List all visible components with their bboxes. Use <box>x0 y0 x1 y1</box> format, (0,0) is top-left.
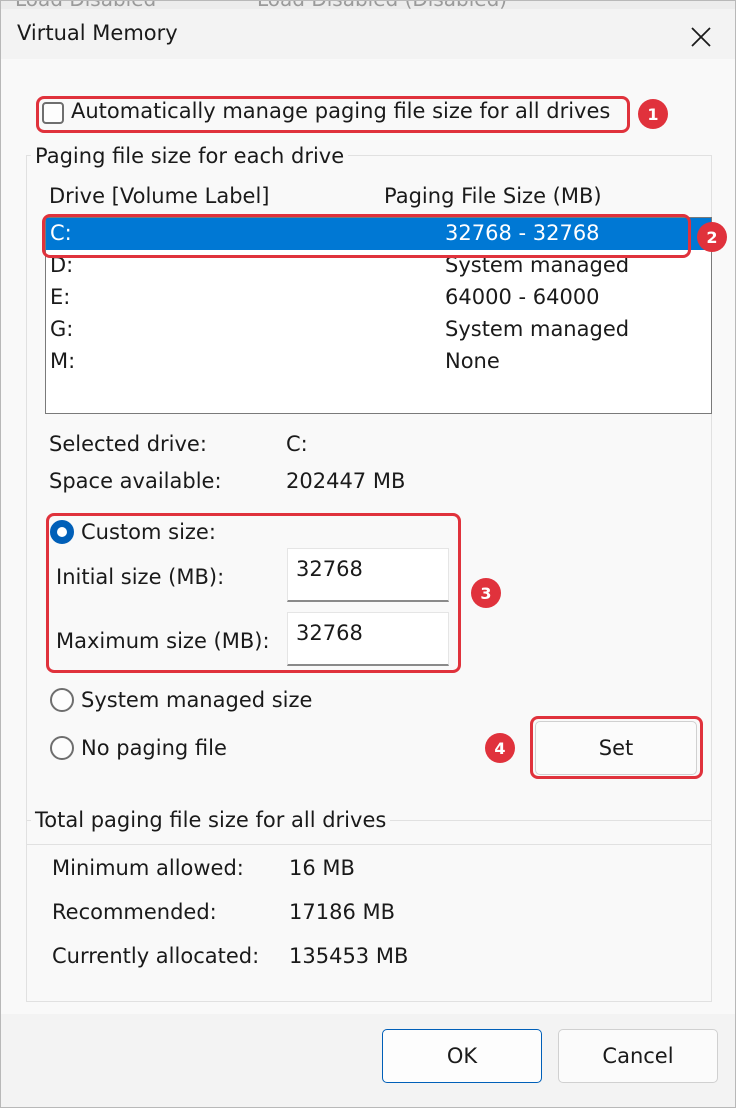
recommended-value: 17186 MB <box>289 900 396 924</box>
annotation-box-2 <box>42 214 691 258</box>
no-paging-radio[interactable] <box>50 736 74 760</box>
drive-letter: M: <box>50 349 76 373</box>
per-drive-group-label: Paging file size for each drive <box>31 144 349 168</box>
drive-row-e[interactable]: E: 64000 - 64000 <box>46 282 711 314</box>
annotation-box-4 <box>530 716 703 779</box>
drive-paging-size: System managed <box>445 317 630 341</box>
column-header-drive: Drive [Volume Label] <box>49 184 270 208</box>
window-title: Virtual Memory <box>17 21 178 45</box>
space-available-value: 202447 MB <box>286 469 406 493</box>
ok-button[interactable]: OK <box>382 1029 542 1083</box>
drive-row-g[interactable]: G: System managed <box>46 314 711 346</box>
minimum-allowed-label: Minimum allowed: <box>52 856 244 880</box>
close-icon <box>691 27 711 47</box>
currently-allocated-label: Currently allocated: <box>52 944 260 968</box>
annotation-badge-3: 3 <box>471 578 501 608</box>
totals-group-label: Total paging file size for all drives <box>31 808 391 832</box>
title-bar: Virtual Memory <box>1 9 735 59</box>
drive-letter: E: <box>50 285 71 309</box>
background-window-strip: Load Disabled Load Disabled (Disabled) <box>1 1 735 9</box>
background-text-1: Load Disabled <box>15 1 156 9</box>
no-paging-label[interactable]: No paging file <box>81 736 227 760</box>
annotation-box-1 <box>36 96 630 133</box>
recommended-label: Recommended: <box>52 900 217 924</box>
drive-paging-size: 64000 - 64000 <box>445 285 600 309</box>
annotation-box-3 <box>46 513 461 673</box>
cancel-button[interactable]: Cancel <box>558 1029 718 1083</box>
column-header-size: Paging File Size (MB) <box>384 184 602 208</box>
space-available-label: Space available: <box>49 469 222 493</box>
virtual-memory-dialog: Load Disabled Load Disabled (Disabled) V… <box>0 0 736 1108</box>
drive-row-m[interactable]: M: None <box>46 346 711 378</box>
dialog-footer: OK Cancel <box>1 1014 735 1107</box>
minimum-allowed-value: 16 MB <box>289 856 355 880</box>
system-managed-radio[interactable] <box>50 688 74 712</box>
annotation-badge-1: 1 <box>638 99 668 129</box>
currently-allocated-value: 135453 MB <box>289 944 409 968</box>
drive-letter: G: <box>50 317 74 341</box>
annotation-badge-2: 2 <box>697 222 727 252</box>
drive-paging-size: None <box>445 349 500 373</box>
dialog-content: Automatically manage paging file size fo… <box>1 59 735 1107</box>
system-managed-label[interactable]: System managed size <box>81 688 312 712</box>
close-button[interactable] <box>681 17 721 57</box>
selected-drive-label: Selected drive: <box>49 432 207 456</box>
background-text-2: Load Disabled (Disabled) <box>257 1 507 9</box>
annotation-badge-4: 4 <box>485 733 515 763</box>
selected-drive-value: C: <box>286 432 308 456</box>
